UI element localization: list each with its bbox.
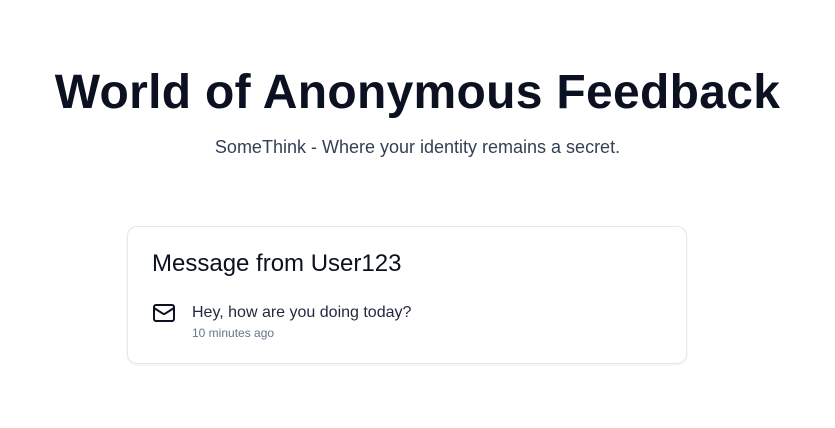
page-title: World of Anonymous Feedback (54, 66, 781, 119)
mail-icon (152, 301, 176, 325)
message-card: Message from User123 Hey, how are you do… (127, 226, 687, 364)
message-card-title: Message from User123 (152, 250, 402, 277)
message-row: Hey, how are you doing today? 10 minutes… (152, 301, 662, 341)
message-text: Hey, how are you doing today? (192, 304, 412, 321)
message-timestamp: 10 minutes ago (192, 326, 275, 340)
page-subtitle: SomeThink - Where your identity remains … (214, 137, 621, 157)
message-body: Hey, how are you doing today? 10 minutes… (192, 301, 411, 341)
hero-section: World of Anonymous Feedback SomeThink - … (0, 62, 835, 159)
page: World of Anonymous Feedback SomeThink - … (0, 0, 835, 428)
